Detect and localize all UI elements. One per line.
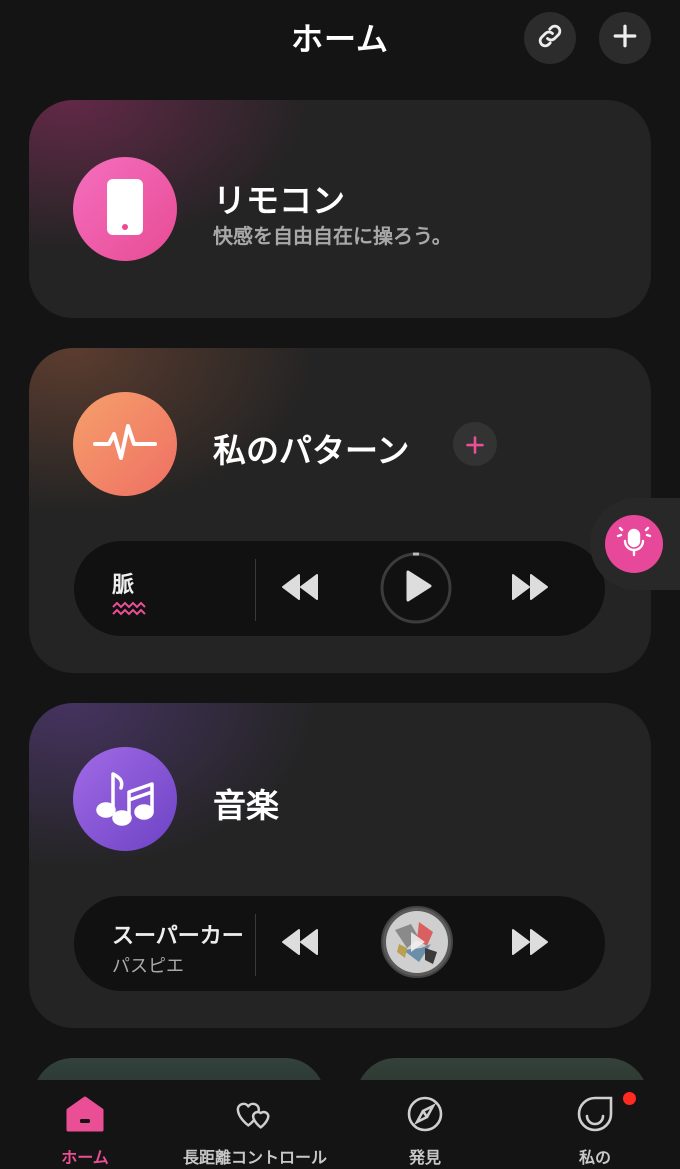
link-icon [535,21,565,55]
music-card[interactable]: 音楽 スーパーカー パスピエ [29,703,651,1028]
rewind-icon [281,573,319,605]
home-icon [65,1094,105,1134]
page-title: ホーム [290,20,390,58]
add-button[interactable] [599,12,651,64]
notification-badge [623,1092,636,1105]
nav-label: 発見 [408,1148,441,1167]
play-button[interactable] [380,552,452,624]
forward-icon [511,573,549,605]
phone-icon [105,177,145,241]
rewind-icon [281,928,319,960]
forward-button[interactable] [510,924,550,964]
album-art [381,906,453,982]
bottom-nav: ホーム 長距離コントロール 発見 私の [0,1080,680,1169]
wave-icon [112,601,150,621]
smile-icon [575,1094,615,1134]
plus-icon [612,23,638,53]
pattern-track-title: 脈 [112,573,135,598]
remote-subtitle: 快感を自由自在に操ろう。 [213,224,452,248]
heartbeat-icon [93,422,157,466]
link-button[interactable] [524,12,576,64]
nav-label: 私の [578,1148,611,1167]
music-title: 音楽 [213,786,279,825]
music-track-title: スーパーカー [112,924,244,949]
hearts-icon [235,1094,275,1134]
voice-control-tab [590,498,680,590]
divider [255,914,256,976]
music-icon-circle [73,747,177,851]
play-icon [405,570,433,606]
music-artist: パスピエ [112,956,184,977]
music-player: スーパーカー パスピエ [74,896,605,991]
divider [255,559,256,621]
nav-item-discover[interactable]: 発見 [340,1080,510,1169]
nav-item-long-distance[interactable]: 長距離コントロール [170,1080,340,1169]
forward-icon [511,928,549,960]
rewind-button[interactable] [280,924,320,964]
music-notes-icon [94,766,156,832]
nav-item-mine[interactable]: 私の [510,1080,680,1169]
plus-icon [466,427,484,462]
header: ホーム [0,0,680,80]
pattern-player: 脈 [74,541,605,636]
patterns-icon-circle [73,392,177,496]
remote-title: リモコン [213,181,345,220]
microphone-icon [616,524,652,564]
nav-label: ホーム [61,1148,109,1167]
album-play-button[interactable] [381,906,453,982]
nav-item-home[interactable]: ホーム [0,1080,170,1169]
rewind-button[interactable] [280,569,320,609]
nav-label: 長距離コントロール [182,1148,327,1167]
patterns-card[interactable]: 私のパターン 脈 [29,348,651,673]
remote-card[interactable]: リモコン 快感を自由自在に操ろう。 [29,100,651,318]
add-pattern-button[interactable] [453,422,497,466]
voice-button[interactable] [605,515,663,573]
compass-icon [405,1094,445,1134]
patterns-title: 私のパターン [213,431,410,470]
remote-icon-circle [73,157,177,261]
forward-button[interactable] [510,569,550,609]
